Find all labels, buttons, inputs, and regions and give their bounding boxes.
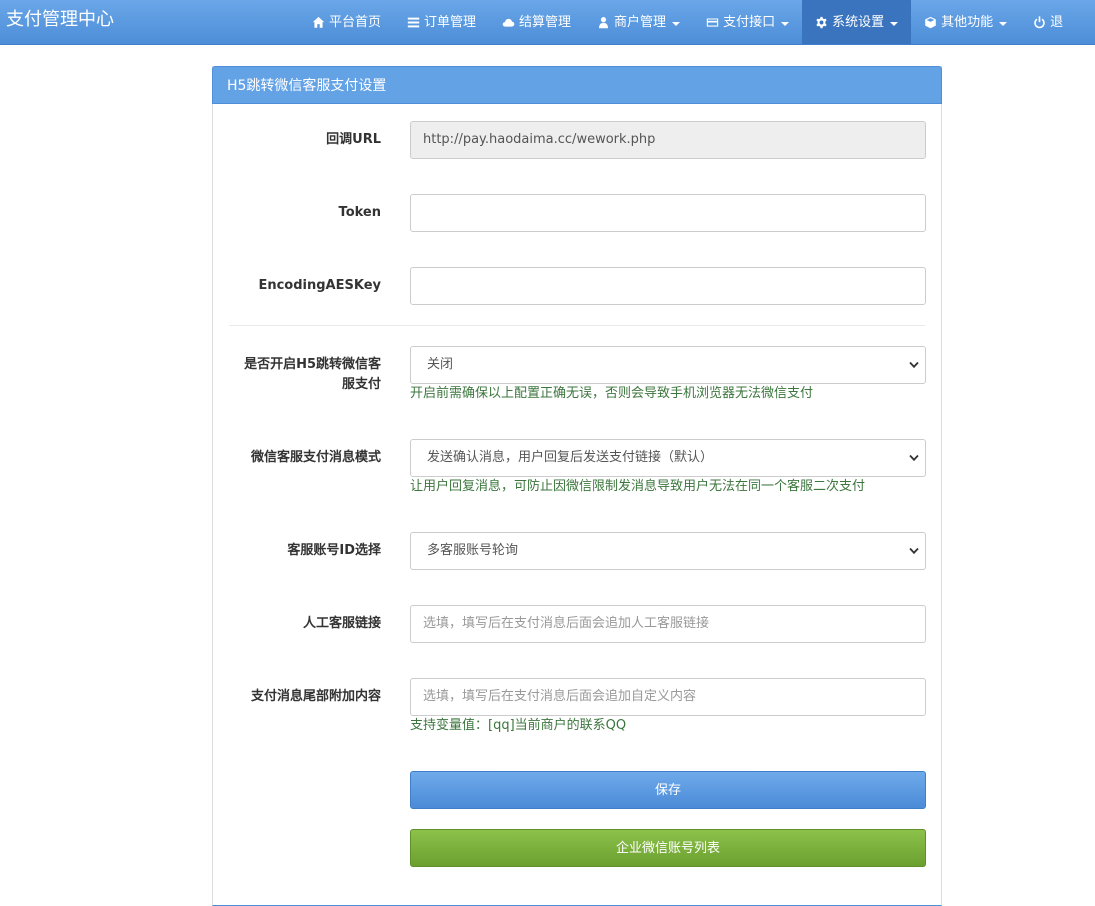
msg-mode-help: 让用户回复消息，可防止因微信限制发消息导致用户无法在同一个客服二次支付 bbox=[410, 478, 865, 496]
msg-mode-select-value: 发送确认消息，用户回复后发送支付链接（默认） bbox=[427, 450, 713, 465]
enable-h5-help: 开启前需确保以上配置正确无误，否则会导致手机浏览器无法微信支付 bbox=[410, 385, 813, 403]
enable-h5-label: 是否开启H5跳转微信客 服支付 bbox=[244, 355, 381, 395]
nav-item-settlement[interactable]: 结算管理 bbox=[489, 0, 584, 45]
power-icon bbox=[1033, 16, 1046, 29]
list-icon bbox=[407, 16, 420, 29]
account-id-select-value: 多客服账号轮询 bbox=[427, 543, 518, 558]
msg-mode-select[interactable]: 发送确认消息，用户回复后发送支付链接（默认） bbox=[410, 439, 926, 477]
user-icon bbox=[597, 16, 610, 29]
enable-h5-label-line2: 服支付 bbox=[244, 375, 381, 395]
nav-item-label: 结算管理 bbox=[519, 3, 571, 43]
save-button[interactable]: 保存 bbox=[410, 771, 926, 809]
nav-menu: 平台首页 订单管理 结算管理 商户管理 支付接口 系统设置 其他功能 bbox=[299, 0, 1076, 45]
caret-down-icon bbox=[781, 22, 789, 26]
nav-item-payment-interface[interactable]: 支付接口 bbox=[693, 0, 802, 45]
caret-down-icon bbox=[890, 22, 898, 26]
enable-h5-select-value: 关闭 bbox=[427, 357, 453, 372]
gear-icon bbox=[815, 16, 828, 29]
nav-item-other-functions[interactable]: 其他功能 bbox=[911, 0, 1020, 45]
nav-item-orders[interactable]: 订单管理 bbox=[394, 0, 489, 45]
manual-link-label: 人工客服链接 bbox=[303, 614, 381, 634]
nav-item-system-settings[interactable]: 系统设置 bbox=[802, 0, 911, 45]
nav-item-merchants[interactable]: 商户管理 bbox=[584, 0, 693, 45]
settings-panel: H5跳转微信客服支付设置 回调URL http://pay.haodaima.c… bbox=[212, 66, 942, 906]
caret-down-icon bbox=[999, 22, 1007, 26]
cube-icon bbox=[924, 16, 937, 29]
tail-content-label: 支付消息尾部附加内容 bbox=[251, 687, 381, 707]
msg-mode-label: 微信客服支付消息模式 bbox=[251, 448, 381, 468]
brand-title[interactable]: 支付管理中心 bbox=[6, 0, 114, 45]
nav-item-home[interactable]: 平台首页 bbox=[299, 0, 394, 45]
nav-item-label: 系统设置 bbox=[832, 3, 884, 43]
home-icon bbox=[312, 16, 325, 29]
account-list-button[interactable]: 企业微信账号列表 bbox=[410, 829, 926, 867]
chevron-down-icon bbox=[909, 454, 919, 464]
manual-link-input[interactable]: 选填，填写后在支付消息后面会追加人工客服链接 bbox=[410, 605, 926, 643]
token-label: Token bbox=[339, 203, 381, 223]
callback-url-input[interactable]: http://pay.haodaima.cc/wework.php bbox=[410, 121, 926, 159]
account-id-select[interactable]: 多客服账号轮询 bbox=[410, 532, 926, 570]
aeskey-label: EncodingAESKey bbox=[258, 276, 381, 296]
tail-content-input[interactable]: 选填，填写后在支付消息后面会追加自定义内容 bbox=[410, 678, 926, 716]
chevron-down-icon bbox=[909, 361, 919, 371]
account-select-label: 客服账号ID选择 bbox=[287, 541, 381, 561]
nav-item-label: 平台首页 bbox=[329, 3, 381, 43]
token-input[interactable] bbox=[410, 194, 926, 232]
callback-url-label: 回调URL bbox=[326, 130, 381, 150]
enable-h5-select[interactable]: 关闭 bbox=[410, 346, 926, 384]
nav-item-label: 其他功能 bbox=[941, 3, 993, 43]
panel-title: H5跳转微信客服支付设置 bbox=[212, 66, 942, 104]
credit-card-icon bbox=[706, 16, 719, 29]
cloud-icon bbox=[502, 16, 515, 29]
nav-item-label: 支付接口 bbox=[723, 3, 775, 43]
aeskey-input[interactable] bbox=[410, 267, 926, 305]
top-navbar: 支付管理中心 平台首页 订单管理 结算管理 商户管理 支付接口 系统设置 bbox=[0, 0, 1095, 45]
enable-h5-label-line1: 是否开启H5跳转微信客 bbox=[244, 355, 381, 375]
nav-item-label: 商户管理 bbox=[614, 3, 666, 43]
caret-down-icon bbox=[672, 22, 680, 26]
nav-item-logout[interactable]: 退 bbox=[1020, 0, 1076, 45]
nav-item-label: 订单管理 bbox=[424, 3, 476, 43]
chevron-down-icon bbox=[909, 547, 919, 557]
tail-content-help: 支持变量值：[qq]当前商户的联系QQ bbox=[410, 717, 626, 735]
nav-item-label: 退 bbox=[1050, 3, 1063, 43]
form-divider bbox=[229, 325, 925, 326]
